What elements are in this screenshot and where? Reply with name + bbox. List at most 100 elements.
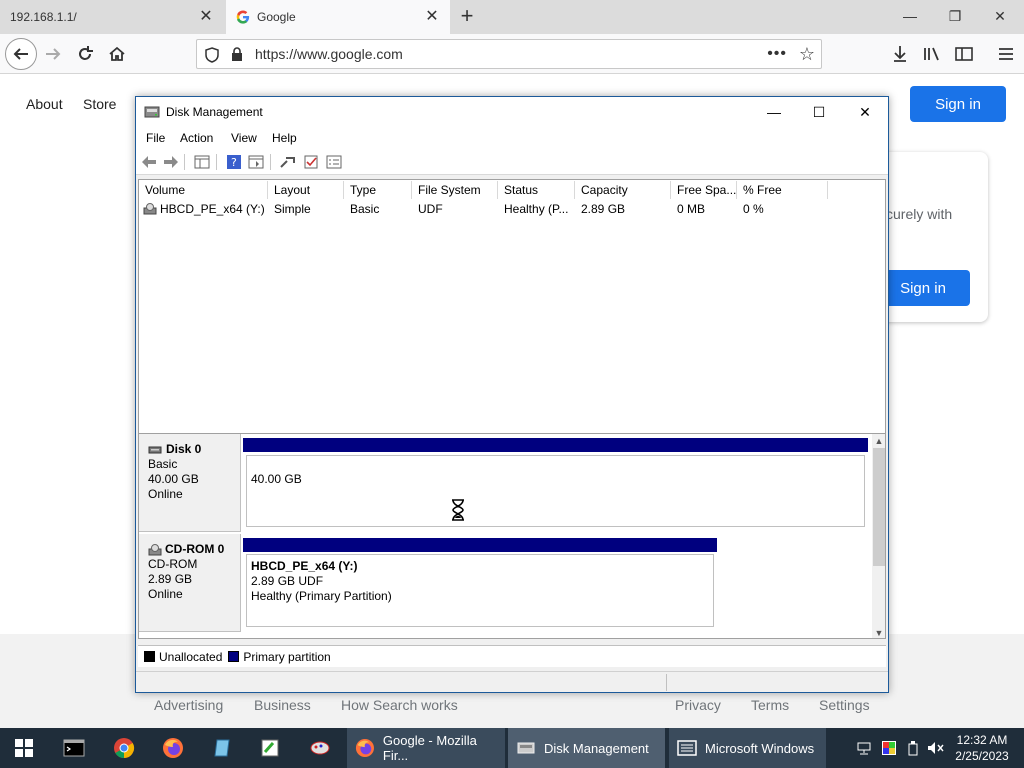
action-pane-icon[interactable]: [247, 154, 264, 170]
cell-capacity: 2.89 GB: [581, 202, 626, 216]
notepad-app-icon[interactable]: [198, 728, 246, 768]
scroll-up-icon[interactable]: ▲: [872, 434, 885, 448]
forward-arrow-icon[interactable]: [162, 154, 179, 170]
promo-text: curely with: [886, 206, 953, 222]
column-file-system[interactable]: File System: [412, 181, 498, 199]
back-arrow-icon[interactable]: [5, 38, 37, 70]
minimize-icon[interactable]: —: [900, 6, 920, 26]
window-title-bar[interactable]: Disk Management — ☐ ✕: [136, 97, 888, 127]
reload-icon[interactable]: [70, 39, 100, 69]
volume-muted-icon[interactable]: [925, 728, 947, 768]
new-tab-plus-icon[interactable]: +: [456, 5, 478, 28]
download-icon[interactable]: [890, 44, 910, 64]
footer-terms-link[interactable]: Terms: [751, 697, 789, 713]
sidebar-icon[interactable]: [954, 44, 974, 64]
column-percent-free[interactable]: % Free: [737, 181, 828, 199]
page-actions-icon[interactable]: •••: [767, 45, 787, 63]
legend-unallocated: Unallocated: [159, 649, 223, 664]
browser-navigation-bar: https://www.google.com ••• ☆: [0, 34, 1024, 74]
address-bar[interactable]: https://www.google.com ••• ☆: [196, 39, 822, 69]
table-row[interactable]: HBCD_PE_x64 (Y:) Simple Basic UDF Health…: [139, 200, 885, 218]
help-icon[interactable]: ?: [225, 154, 242, 170]
close-window-icon[interactable]: ✕: [990, 6, 1010, 26]
hourglass-icon: [452, 499, 464, 521]
editor-app-icon[interactable]: [246, 728, 294, 768]
menu-help[interactable]: Help: [272, 131, 297, 145]
firefox-icon[interactable]: [149, 728, 197, 768]
cell-file-system: UDF: [418, 202, 443, 216]
menu-file[interactable]: File: [146, 131, 165, 145]
primary-partition[interactable]: HBCD_PE_x64 (Y:) 2.89 GB UDF Healthy (Pr…: [243, 538, 717, 630]
unallocated-partition[interactable]: 40.00 GB: [243, 438, 868, 530]
chrome-icon[interactable]: [100, 728, 148, 768]
windows-logo-icon: [15, 739, 33, 757]
store-link[interactable]: Store: [83, 96, 116, 112]
column-volume[interactable]: Volume: [139, 181, 268, 199]
disk-row[interactable]: CD-ROM 0 CD-ROM 2.89 GB Online HBCD_PE_x…: [139, 534, 871, 632]
toolbar-separator: [270, 154, 271, 170]
close-icon[interactable]: ✕: [424, 9, 440, 25]
window-icon: [677, 740, 697, 756]
paint-app-icon[interactable]: [296, 728, 344, 768]
column-status[interactable]: Status: [498, 181, 575, 199]
disk-label[interactable]: Disk 0 Basic 40.00 GB Online: [139, 434, 241, 532]
disk-size: 40.00 GB: [148, 472, 199, 486]
library-icon[interactable]: [922, 44, 942, 64]
lock-icon[interactable]: [231, 47, 243, 62]
toolbar: ?: [136, 149, 888, 175]
tab-google[interactable]: Google ✕: [226, 0, 450, 34]
google-icon: [236, 10, 250, 24]
disk-label[interactable]: CD-ROM 0 CD-ROM 2.89 GB Online: [139, 534, 241, 632]
menu-action[interactable]: Action: [180, 131, 213, 145]
display-color-icon[interactable]: [878, 728, 900, 768]
system-clock[interactable]: 12:32 AM 2/25/2023: [948, 732, 1016, 764]
close-icon[interactable]: ✕: [855, 102, 875, 122]
shield-icon[interactable]: [205, 47, 219, 63]
maximize-icon[interactable]: ☐: [809, 102, 829, 122]
hard-disk-icon: [148, 446, 162, 453]
promo-sign-in-button[interactable]: Sign in: [876, 270, 970, 306]
footer-how-search-works-link[interactable]: How Search works: [341, 697, 458, 713]
taskbar-firefox-window[interactable]: Google - Mozilla Fir...: [347, 728, 505, 768]
close-icon[interactable]: ✕: [198, 9, 214, 25]
command-prompt-icon[interactable]: [50, 728, 98, 768]
sign-in-button[interactable]: Sign in: [910, 86, 1006, 122]
footer-privacy-link[interactable]: Privacy: [675, 697, 721, 713]
scroll-down-icon[interactable]: ▼: [872, 626, 885, 638]
home-icon[interactable]: [102, 39, 132, 69]
menu-hamburger-icon[interactable]: [996, 44, 1016, 64]
partition-size-fs: 2.89 GB UDF: [251, 574, 324, 588]
list-header: Volume Layout Type File System Status Ca…: [139, 181, 885, 199]
start-button[interactable]: [0, 728, 48, 768]
connect-icon[interactable]: [279, 154, 296, 170]
properties-pane-icon[interactable]: [193, 154, 210, 170]
menu-view[interactable]: View: [231, 131, 257, 145]
back-arrow-icon[interactable]: [140, 154, 157, 170]
about-link[interactable]: About: [26, 96, 63, 112]
usb-device-icon[interactable]: [902, 728, 924, 768]
taskbar-microsoft-windows-window[interactable]: Microsoft Windows: [669, 728, 826, 768]
partition-details: HBCD_PE_x64 (Y:) 2.89 GB UDF Healthy (Pr…: [246, 554, 714, 627]
column-capacity[interactable]: Capacity: [575, 181, 671, 199]
footer-advertising-link[interactable]: Advertising: [154, 697, 223, 713]
bookmark-star-icon[interactable]: ☆: [799, 44, 815, 65]
column-layout[interactable]: Layout: [268, 181, 344, 199]
minimize-icon[interactable]: —: [764, 102, 784, 122]
column-type[interactable]: Type: [344, 181, 412, 199]
disk-row[interactable]: Disk 0 Basic 40.00 GB Online 40.00 GB: [139, 434, 871, 532]
clock-time: 12:32 AM: [956, 733, 1008, 747]
restore-icon[interactable]: ❐: [945, 6, 965, 26]
taskbar-disk-management-window[interactable]: Disk Management: [508, 728, 665, 768]
forward-arrow-icon[interactable]: [38, 39, 68, 69]
vertical-scrollbar[interactable]: ▲ ▼: [872, 434, 885, 638]
checklist-icon[interactable]: [302, 154, 319, 170]
column-free-space[interactable]: Free Spa...: [671, 181, 737, 199]
disk-size: 2.89 GB: [148, 572, 193, 586]
scroll-thumb[interactable]: [873, 448, 885, 566]
list-view-icon[interactable]: [325, 154, 342, 170]
footer-settings-link[interactable]: Settings: [819, 697, 870, 713]
tab-router[interactable]: 192.168.1.1/ ✕: [0, 0, 224, 34]
footer-business-link[interactable]: Business: [254, 697, 311, 713]
tab-title: 192.168.1.1/: [10, 10, 77, 24]
network-icon[interactable]: [852, 728, 876, 768]
